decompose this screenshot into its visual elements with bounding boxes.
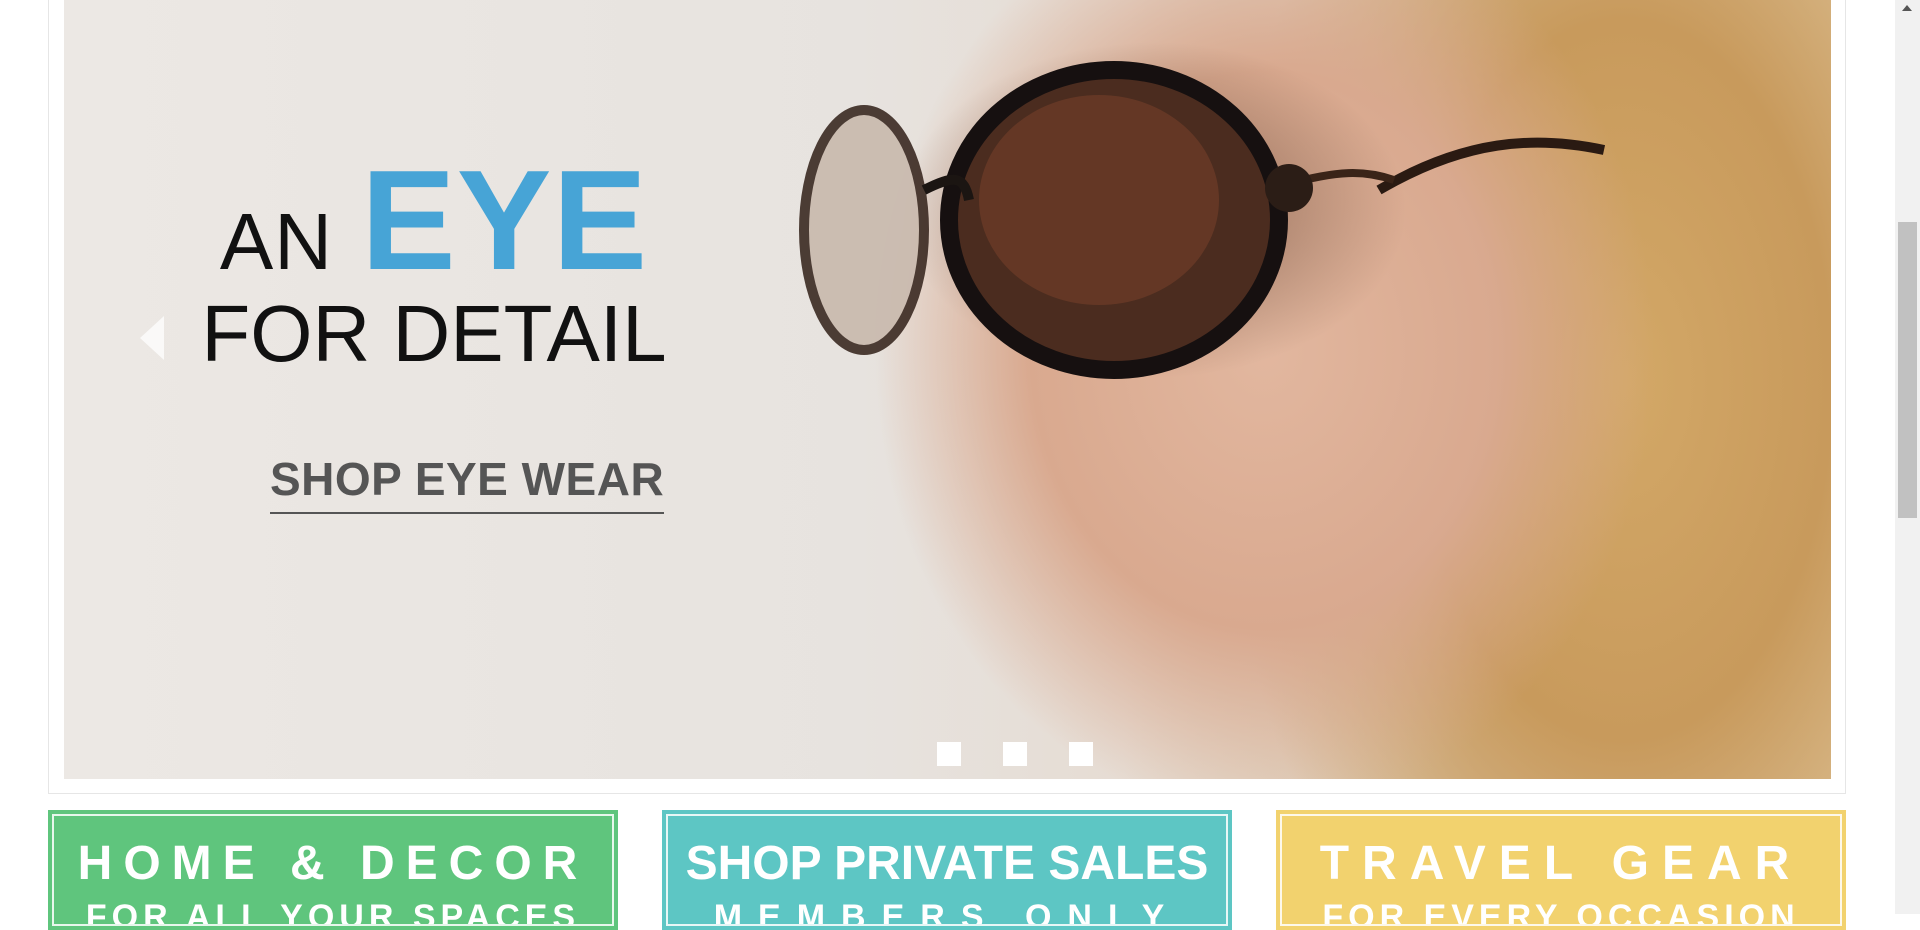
hero-headline: AN EYE FOR DETAIL (174, 150, 694, 374)
promo-travel-gear-title: TRAVEL GEAR (1319, 837, 1803, 890)
promo-travel-gear-subtitle: FOR EVERY OCCASION (1322, 898, 1800, 926)
arrow-up-icon[interactable] (1902, 5, 1912, 11)
promo-private-sales-subtitle: MEMBERS ONLY (713, 898, 1181, 926)
sunglasses-graphic (799, 61, 1606, 379)
slide-dot-1[interactable] (937, 742, 961, 766)
promo-private-sales-frame: SHOP PRIVATE SALES MEMBERS ONLY (666, 814, 1228, 926)
headline-eye: EYE (361, 141, 649, 300)
hero-photo (799, 61, 1606, 379)
promo-private-sales[interactable]: SHOP PRIVATE SALES MEMBERS ONLY (662, 810, 1232, 930)
slide-dot-2[interactable] (1003, 742, 1027, 766)
slide-dot-3[interactable] (1069, 742, 1093, 766)
headline-line-1: AN EYE (174, 150, 694, 292)
promo-travel-gear-frame: TRAVEL GEAR FOR EVERY OCCASION (1280, 814, 1842, 926)
slide-indicators (64, 742, 1831, 766)
shop-eye-wear-link[interactable]: SHOP EYE WEAR (270, 452, 665, 514)
vertical-scrollbar[interactable] (1895, 0, 1920, 914)
promo-home-decor-title: HOME & DECOR (77, 837, 589, 890)
headline-line-2: FOR DETAIL (201, 289, 667, 378)
promo-private-sales-title: SHOP PRIVATE SALES (685, 837, 1209, 890)
promo-home-decor-subtitle: FOR ALL YOUR SPACES (85, 898, 581, 926)
promo-home-decor[interactable]: HOME & DECOR FOR ALL YOUR SPACES (48, 810, 618, 930)
chevron-left-icon[interactable] (140, 316, 164, 360)
promo-home-decor-frame: HOME & DECOR FOR ALL YOUR SPACES (52, 814, 614, 926)
headline-an: AN (219, 197, 333, 286)
scrollbar-thumb[interactable] (1898, 222, 1917, 518)
hero-slider: AN EYE FOR DETAIL SHOP EYE WEAR (64, 0, 1831, 779)
promo-travel-gear[interactable]: TRAVEL GEAR FOR EVERY OCCASION (1276, 810, 1846, 930)
